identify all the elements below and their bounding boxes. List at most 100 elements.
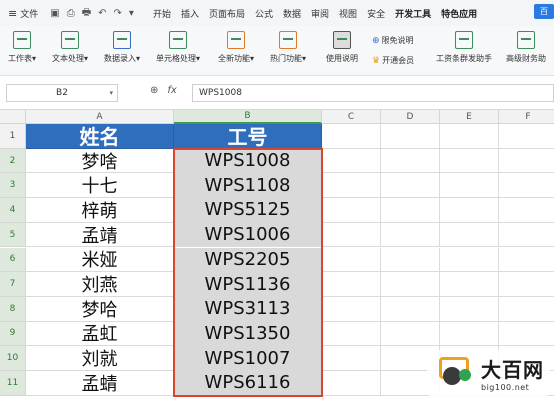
cell-f2[interactable]	[499, 149, 554, 174]
undo-icon[interactable]: ↶	[98, 8, 106, 19]
cell-e3[interactable]	[440, 173, 499, 199]
cell-c7[interactable]	[322, 272, 381, 297]
select-all-corner[interactable]	[0, 110, 26, 124]
cell-c2[interactable]	[322, 148, 381, 174]
cell-b3[interactable]: WPS1108	[174, 173, 322, 199]
menu-security[interactable]: 安全	[362, 7, 390, 20]
cell-d6[interactable]	[381, 247, 440, 273]
cell-c9[interactable]	[322, 321, 381, 347]
hot-feature-button[interactable]: 热门功能▾	[270, 31, 306, 64]
menu-insert[interactable]: 插入	[176, 7, 204, 20]
row-header-10[interactable]: 10	[0, 346, 26, 371]
active-tab-badge[interactable]: 百	[534, 4, 554, 19]
row-header-7[interactable]: 7	[0, 272, 26, 297]
menu-page-layout[interactable]: 页面布局	[204, 7, 250, 20]
menu-view[interactable]: 视图	[334, 7, 362, 20]
cell-e9[interactable]	[440, 321, 499, 347]
cell-f6[interactable]	[499, 248, 554, 273]
menu-start[interactable]: 开始	[148, 7, 176, 20]
cell-f5[interactable]	[499, 223, 554, 248]
cell-b4[interactable]: WPS5125	[174, 198, 322, 223]
cell-d3[interactable]	[381, 173, 440, 199]
zoom-icon[interactable]: ⊕	[150, 85, 158, 96]
cell-c10[interactable]	[322, 346, 381, 371]
cell-c5[interactable]	[322, 222, 381, 248]
cell-b5[interactable]: WPS1006	[174, 222, 322, 248]
cell-f4[interactable]	[499, 198, 554, 223]
cell-b9[interactable]: WPS1350	[174, 321, 322, 347]
cell-e4[interactable]	[440, 198, 499, 223]
row-header-9[interactable]: 9	[0, 321, 26, 347]
cell-e1[interactable]	[440, 124, 499, 149]
menu-formula[interactable]: 公式	[250, 7, 278, 20]
finance-button[interactable]: 高级财务助	[506, 31, 546, 64]
column-header-e[interactable]: E	[440, 110, 499, 124]
cell-a2[interactable]: 梦啥	[26, 148, 174, 174]
formula-input[interactable]: WPS1008	[192, 84, 554, 102]
cell-a9[interactable]: 孟虹	[26, 321, 174, 347]
row-header-2[interactable]: 2	[0, 148, 26, 174]
row-header-5[interactable]: 5	[0, 222, 26, 248]
manual-button[interactable]: 使用说明	[326, 31, 358, 64]
cell-d9[interactable]	[381, 321, 440, 347]
cell-a3[interactable]: 十七	[26, 173, 174, 199]
save-icon[interactable]: ▣	[50, 8, 59, 19]
cell-e8[interactable]	[440, 296, 499, 322]
cell-a6[interactable]: 米娅	[26, 247, 174, 273]
cell-b11[interactable]: WPS6116	[174, 371, 322, 396]
cell-f7[interactable]	[499, 272, 554, 297]
cell-b6[interactable]: WPS2205	[174, 247, 322, 273]
cell-c6[interactable]	[322, 247, 381, 273]
cell-a11[interactable]: 孟蜻	[26, 371, 174, 396]
menu-developer[interactable]: 开发工具	[390, 7, 436, 20]
cell-b8[interactable]: WPS3113	[174, 296, 322, 322]
chevron-down-icon[interactable]: ▾	[109, 89, 113, 97]
cell-a5[interactable]: 孟靖	[26, 222, 174, 248]
row-header-11[interactable]: 11	[0, 371, 26, 396]
cell-a1[interactable]: 姓名	[26, 124, 174, 149]
cell-f1[interactable]	[499, 124, 554, 149]
cell-c4[interactable]	[322, 198, 381, 223]
column-header-d[interactable]: D	[381, 110, 440, 124]
cell-b1[interactable]: 工号	[174, 124, 322, 149]
cell-b7[interactable]: WPS1136	[174, 272, 322, 297]
column-header-c[interactable]: C	[322, 110, 381, 124]
redo-icon[interactable]: ↷	[114, 8, 122, 19]
menu-data[interactable]: 数据	[278, 7, 306, 20]
data-entry-button[interactable]: 数据录入▾	[104, 31, 140, 64]
row-header-3[interactable]: 3	[0, 173, 26, 199]
new-feature-button[interactable]: 全新功能▾	[218, 31, 254, 64]
fx-icon[interactable]: fx	[167, 85, 176, 96]
free-info-button[interactable]: ⊕ 限免说明	[372, 35, 414, 46]
cell-f3[interactable]	[499, 173, 554, 199]
payroll-button[interactable]: 工资条群发助手	[436, 31, 492, 64]
cell-d4[interactable]	[381, 198, 440, 223]
menu-special-apps[interactable]: 特色应用	[436, 7, 482, 20]
cell-b10[interactable]: WPS1007	[174, 346, 322, 371]
cell-e5[interactable]	[440, 222, 499, 248]
print-icon[interactable]: 🖶	[82, 5, 91, 22]
cell-e7[interactable]	[440, 272, 499, 297]
vip-button[interactable]: ♛ 开通会员	[372, 55, 414, 66]
cell-d2[interactable]	[381, 148, 440, 174]
column-header-f[interactable]: F	[499, 110, 554, 124]
print-preview-icon[interactable]: ⎙	[67, 8, 75, 19]
cell-d8[interactable]	[381, 296, 440, 322]
cell-d7[interactable]	[381, 272, 440, 297]
cell-d1[interactable]	[381, 124, 440, 149]
cell-c8[interactable]	[322, 296, 381, 322]
cell-b2[interactable]: WPS1008	[174, 148, 322, 174]
cell-processing-button[interactable]: 单元格处理▾	[156, 31, 200, 64]
cell-c3[interactable]	[322, 173, 381, 199]
text-processing-button[interactable]: 文本处理▾	[52, 31, 88, 64]
cell-e2[interactable]	[440, 148, 499, 174]
cell-a10[interactable]: 刘就	[26, 346, 174, 371]
cell-d5[interactable]	[381, 222, 440, 248]
menu-review[interactable]: 审阅	[306, 7, 334, 20]
cell-a8[interactable]: 梦哈	[26, 296, 174, 322]
cell-a7[interactable]: 刘燕	[26, 272, 174, 297]
file-menu[interactable]: ≡ 文件	[0, 0, 44, 26]
cell-f9[interactable]	[499, 322, 554, 347]
cell-f8[interactable]	[499, 297, 554, 322]
row-header-6[interactable]: 6	[0, 247, 26, 273]
